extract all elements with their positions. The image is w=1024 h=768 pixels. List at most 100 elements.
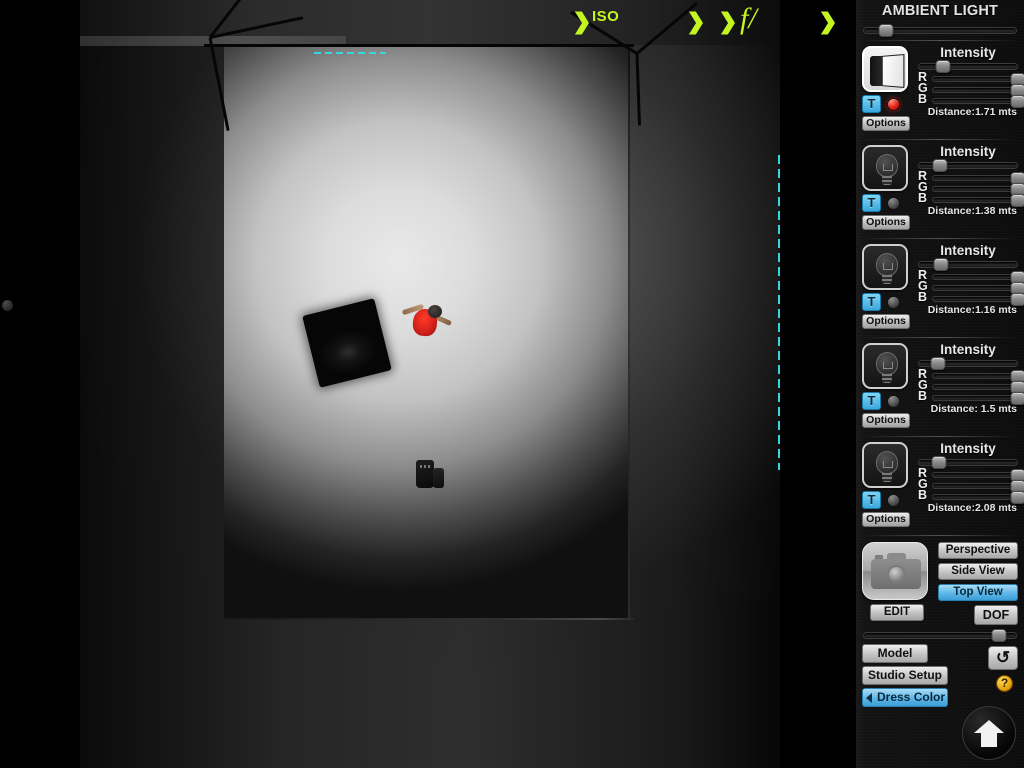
- fstop-label: f/: [740, 2, 757, 35]
- b-slider-thumb[interactable]: [1010, 94, 1024, 108]
- r-slider-track[interactable]: [932, 75, 1018, 82]
- b-channel-slider[interactable]: [932, 292, 1024, 306]
- studio-lighting-app: ❱ ISO ❱ ❱ f/ ❱ AMBIENT LIGHT T Options Int…: [0, 0, 1024, 768]
- g-slider-track[interactable]: [932, 383, 1018, 390]
- target-toggle-button[interactable]: T: [862, 293, 881, 311]
- intensity-slider-thumb[interactable]: [932, 159, 948, 172]
- b-slider-track[interactable]: [932, 97, 1018, 104]
- intensity-slider[interactable]: [918, 60, 1018, 73]
- light-stand-left[interactable]: [205, 0, 325, 132]
- r-channel-slider[interactable]: [932, 468, 1024, 482]
- intensity-slider[interactable]: [918, 456, 1018, 469]
- intensity-label: Intensity: [940, 342, 996, 357]
- target-toggle-button[interactable]: T: [862, 95, 881, 113]
- shutter-arrow-icon[interactable]: ❱: [684, 10, 708, 33]
- target-toggle-button[interactable]: T: [862, 392, 881, 410]
- b-slider-thumb[interactable]: [1010, 490, 1024, 504]
- r-channel-slider[interactable]: [932, 171, 1024, 185]
- intensity-slider[interactable]: [918, 159, 1018, 172]
- b-channel-slider[interactable]: [932, 94, 1024, 108]
- light-options-button[interactable]: Options: [862, 314, 910, 329]
- intensity-slider-thumb[interactable]: [930, 357, 946, 370]
- r-slider-track[interactable]: [932, 372, 1018, 379]
- dof-button[interactable]: DOF: [974, 605, 1018, 625]
- view-button-side[interactable]: Side View: [938, 563, 1018, 580]
- intensity-slider-track[interactable]: [918, 63, 1018, 70]
- extra-arrow-icon[interactable]: ❱: [816, 10, 840, 33]
- ambient-light-slider[interactable]: [856, 19, 1024, 37]
- r-channel-slider[interactable]: [932, 72, 1024, 86]
- camera-left-column: EDIT: [862, 542, 932, 625]
- light-thumbnail-button[interactable]: [862, 145, 908, 191]
- b-channel-slider[interactable]: [932, 490, 1024, 504]
- g-channel-slider[interactable]: [932, 83, 1024, 97]
- light-options-button[interactable]: Options: [862, 512, 910, 527]
- model-button[interactable]: Model: [862, 644, 928, 663]
- b-slider-thumb[interactable]: [1010, 292, 1024, 306]
- target-toggle-button[interactable]: T: [862, 194, 881, 212]
- b-channel-label: B: [918, 389, 928, 403]
- g-slider-track[interactable]: [932, 284, 1018, 291]
- r-channel-slider[interactable]: [932, 369, 1024, 383]
- help-icon[interactable]: ?: [996, 675, 1013, 692]
- camera-icon[interactable]: [862, 542, 928, 600]
- light-distance-text: Distance:1.38 mts: [927, 205, 1017, 217]
- r-slider-track[interactable]: [932, 174, 1018, 181]
- intensity-slider-thumb[interactable]: [931, 456, 947, 469]
- ambient-slider-thumb[interactable]: [878, 24, 894, 37]
- b-slider-track[interactable]: [932, 295, 1018, 302]
- light-options-button[interactable]: Options: [862, 215, 910, 230]
- light-power-led[interactable]: [887, 394, 900, 408]
- r-channel-slider[interactable]: [932, 270, 1024, 284]
- iso-arrow-icon[interactable]: ❱: [570, 10, 594, 33]
- light-power-led[interactable]: [887, 97, 900, 111]
- view-button-perspective[interactable]: Perspective: [938, 542, 1018, 559]
- backdrop-edge-right: [628, 46, 630, 620]
- b-slider-thumb[interactable]: [1010, 391, 1024, 405]
- light-thumbnail-button[interactable]: [862, 46, 908, 92]
- view-button-top[interactable]: Top View: [938, 584, 1018, 601]
- focus-slider[interactable]: [856, 625, 1024, 642]
- g-slider-track[interactable]: [932, 86, 1018, 93]
- g-channel-slider[interactable]: [932, 380, 1024, 394]
- g-slider-track[interactable]: [932, 482, 1018, 489]
- intensity-slider[interactable]: [918, 357, 1018, 370]
- light-thumbnail-button[interactable]: [862, 343, 908, 389]
- light-options-button[interactable]: Options: [862, 413, 910, 428]
- b-channel-label: B: [918, 290, 928, 304]
- reset-icon[interactable]: ↺: [988, 646, 1018, 670]
- studio-setup-button[interactable]: Studio Setup: [862, 666, 948, 685]
- light-row: T Options Intensity R G B Distance:1.38 mts: [856, 140, 1024, 233]
- camera-object[interactable]: [416, 458, 446, 490]
- b-channel-slider[interactable]: [932, 391, 1024, 405]
- light-row: T Options Intensity R G B Distance:1.16 mts: [856, 239, 1024, 332]
- light-options-button[interactable]: Options: [862, 116, 910, 131]
- r-slider-track[interactable]: [932, 471, 1018, 478]
- b-slider-thumb[interactable]: [1010, 193, 1024, 207]
- g-slider-track[interactable]: [932, 185, 1018, 192]
- light-power-led[interactable]: [887, 493, 900, 507]
- intensity-slider[interactable]: [918, 258, 1018, 271]
- edit-button[interactable]: EDIT: [870, 604, 924, 621]
- g-channel-slider[interactable]: [932, 479, 1024, 493]
- viewport-edge-handle[interactable]: [2, 300, 13, 311]
- b-slider-track[interactable]: [932, 493, 1018, 500]
- r-slider-track[interactable]: [932, 273, 1018, 280]
- home-icon[interactable]: [962, 706, 1016, 760]
- b-slider-track[interactable]: [932, 394, 1018, 401]
- intensity-slider-thumb[interactable]: [935, 60, 951, 73]
- studio-3d-viewport[interactable]: ❱ ISO ❱ ❱ f/ ❱: [0, 0, 856, 768]
- b-channel-slider[interactable]: [932, 193, 1024, 207]
- g-channel-slider[interactable]: [932, 281, 1024, 295]
- b-slider-track[interactable]: [932, 196, 1018, 203]
- light-thumbnail-button[interactable]: [862, 244, 908, 290]
- light-power-led[interactable]: [887, 196, 900, 210]
- light-thumbnail-button[interactable]: [862, 442, 908, 488]
- dress-color-button[interactable]: Dress Color: [862, 688, 948, 707]
- light-power-led[interactable]: [887, 295, 900, 309]
- fstop-arrow-icon[interactable]: ❱: [716, 10, 740, 33]
- target-toggle-button[interactable]: T: [862, 491, 881, 509]
- intensity-slider-thumb[interactable]: [933, 258, 949, 271]
- g-channel-slider[interactable]: [932, 182, 1024, 196]
- model-figure[interactable]: [401, 300, 454, 342]
